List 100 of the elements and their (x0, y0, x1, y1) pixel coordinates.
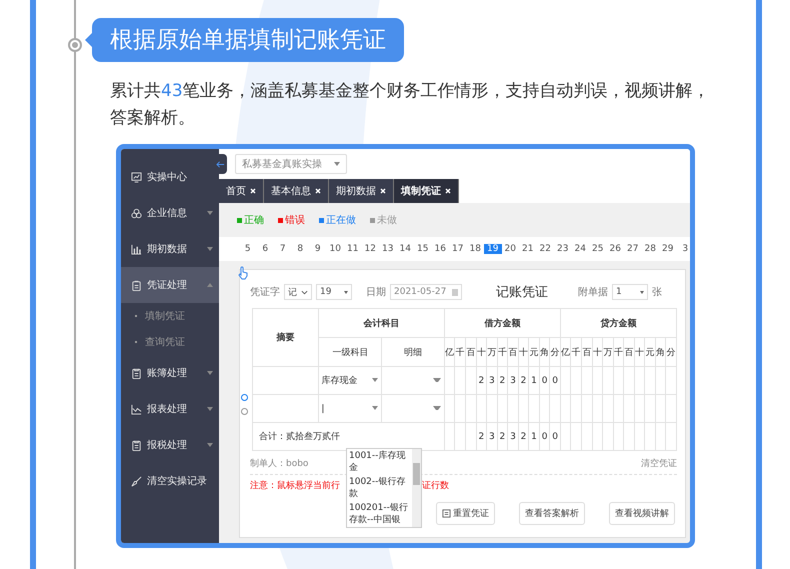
account-select[interactable]: 库存现金 (318, 366, 382, 394)
digit-header: 角 (655, 338, 666, 366)
legend-label: 错误 (285, 214, 305, 227)
sidebar-item[interactable]: 凭证处理 (121, 267, 219, 303)
digit-header: 百 (508, 338, 518, 366)
amount-digit: 3 (510, 376, 516, 386)
tab[interactable]: 期初数据 (329, 179, 394, 203)
voucher-title: 记账凭证 (496, 284, 548, 301)
digit-header: 十 (592, 338, 603, 366)
voucher-number[interactable]: 5 (239, 244, 256, 254)
amount-digit: 0 (542, 376, 548, 386)
tab[interactable]: 基本信息 (264, 179, 329, 203)
amount-digit: 1 (531, 432, 537, 442)
amount-digit: 3 (488, 376, 495, 386)
amount-digit: 3 (488, 432, 495, 442)
remove-row-icon[interactable] (241, 408, 248, 415)
circles-icon (131, 208, 142, 218)
voucher-number[interactable]: 24 (572, 244, 589, 254)
unit-label: 张 (652, 286, 662, 299)
section-title: 根据原始单据填制记账凭证 (92, 18, 404, 62)
voucher-number[interactable]: 23 (554, 244, 572, 254)
preparer-text: 制单人：bobo (250, 458, 308, 470)
digit-header: 千 (454, 338, 466, 366)
sidebar-item[interactable]: 清空实操记录 (121, 463, 219, 499)
voucher-number[interactable]: 11 (344, 244, 362, 254)
scrollbar[interactable] (412, 449, 421, 527)
column-header: 摘要 (252, 308, 319, 366)
document-icon (442, 509, 451, 518)
voucher-number-field[interactable]: 19 (316, 284, 352, 300)
digit-header: 亿 (560, 338, 571, 366)
intro-text: 累计共43笔业务，涵盖私募基金整个财务工作情形，支持自动判误，视频讲解，答案解析。 (110, 80, 711, 130)
attachment-label: 附单据 (578, 286, 608, 299)
bar-chart-icon (131, 244, 142, 254)
action-button[interactable]: 查看答案解析 (519, 502, 585, 525)
sidebar-item[interactable]: 报表处理 (121, 391, 219, 427)
voucher-number[interactable]: 29 (659, 244, 676, 254)
digit-header: 元 (528, 338, 540, 366)
voucher-type-select[interactable]: 记 (284, 284, 312, 300)
attachment-count-field[interactable]: 1 (612, 284, 648, 300)
amount-digit: 2 (478, 432, 484, 442)
sidebar-item[interactable]: 报税处理 (121, 427, 219, 463)
voucher-number[interactable]: 15 (414, 244, 432, 254)
voucher-number[interactable]: 6 (256, 244, 274, 254)
sidebar-item[interactable]: 期初数据 (121, 231, 219, 267)
amount-digit: 0 (542, 432, 548, 442)
digit-header: 元 (644, 338, 656, 366)
voucher-number[interactable]: 18 (466, 244, 484, 254)
digit-header: 百 (465, 338, 476, 366)
voucher-number[interactable]: 8 (292, 244, 309, 254)
voucher-number[interactable]: 16 (432, 244, 449, 254)
close-icon (250, 188, 256, 194)
voucher-number[interactable]: 13 (379, 244, 396, 254)
voucher-number[interactable]: 3 (676, 244, 690, 254)
submenu-item[interactable]: 查询凭证 (121, 329, 219, 355)
voucher-number[interactable]: 7 (274, 244, 292, 254)
voucher-number[interactable]: 10 (326, 244, 344, 254)
voucher-number[interactable]: 12 (362, 244, 379, 254)
clear-voucher-link[interactable]: 清空凭证 (641, 457, 677, 470)
warning-text: 证行数 (422, 480, 449, 492)
voucher-type-label: 凭证字 (250, 286, 280, 299)
sidebar-item[interactable]: 企业信息 (121, 195, 219, 231)
sidebar-item[interactable]: 实操中心 (121, 159, 219, 195)
voucher-number[interactable]: 25 (589, 244, 606, 254)
dropdown-option[interactable]: 100201--银行存款--中国银 (347, 501, 412, 527)
close-icon (315, 188, 321, 194)
caret-icon (372, 406, 378, 410)
dropdown-option[interactable]: 1002--银行存款 (347, 475, 412, 501)
digit-header: 分 (666, 338, 676, 366)
voucher-number[interactable]: 17 (449, 244, 466, 254)
spinner-icon (344, 290, 348, 294)
account-select[interactable]: | (318, 394, 382, 422)
voucher-number[interactable]: 26 (606, 244, 624, 254)
digit-header: 百 (582, 338, 592, 366)
sidebar-item[interactable]: 账簿处理 (121, 355, 219, 391)
chevron-down-icon (301, 290, 308, 294)
voucher-number[interactable]: 19 (484, 244, 502, 254)
submenu-item[interactable]: 填制凭证 (121, 303, 219, 329)
total-label: 合计：贰拾叁万贰仟 (259, 432, 340, 442)
collapse-button[interactable] (213, 154, 227, 174)
spinner-icon (640, 290, 644, 294)
caret-icon (432, 378, 441, 382)
digit-header: 千 (613, 338, 624, 366)
dropdown-option[interactable]: 1001--库存现金 (347, 449, 412, 475)
voucher-number[interactable]: 9 (309, 244, 326, 254)
course-select[interactable]: 私募基金真账实操 (235, 154, 347, 174)
action-button[interactable]: 查看视频讲解 (609, 502, 675, 525)
voucher-number[interactable]: 22 (536, 244, 554, 254)
voucher-number[interactable]: 27 (624, 244, 642, 254)
voucher-number[interactable]: 20 (502, 244, 519, 254)
action-button[interactable]: 重置凭证 (436, 502, 495, 525)
voucher-number[interactable]: 14 (396, 244, 414, 254)
warning-text: 注意：鼠标悬浮当前行 (250, 480, 340, 492)
clipboard-icon (131, 280, 142, 290)
voucher-number[interactable]: 28 (642, 244, 659, 254)
date-field[interactable]: 2021-05-27 (390, 284, 462, 300)
add-row-icon[interactable] (241, 394, 248, 401)
column-header: 借方金额 (444, 308, 560, 338)
tab[interactable]: 填制凭证 (394, 179, 459, 203)
voucher-number[interactable]: 21 (519, 244, 536, 254)
tab[interactable]: 首页 (219, 179, 264, 203)
